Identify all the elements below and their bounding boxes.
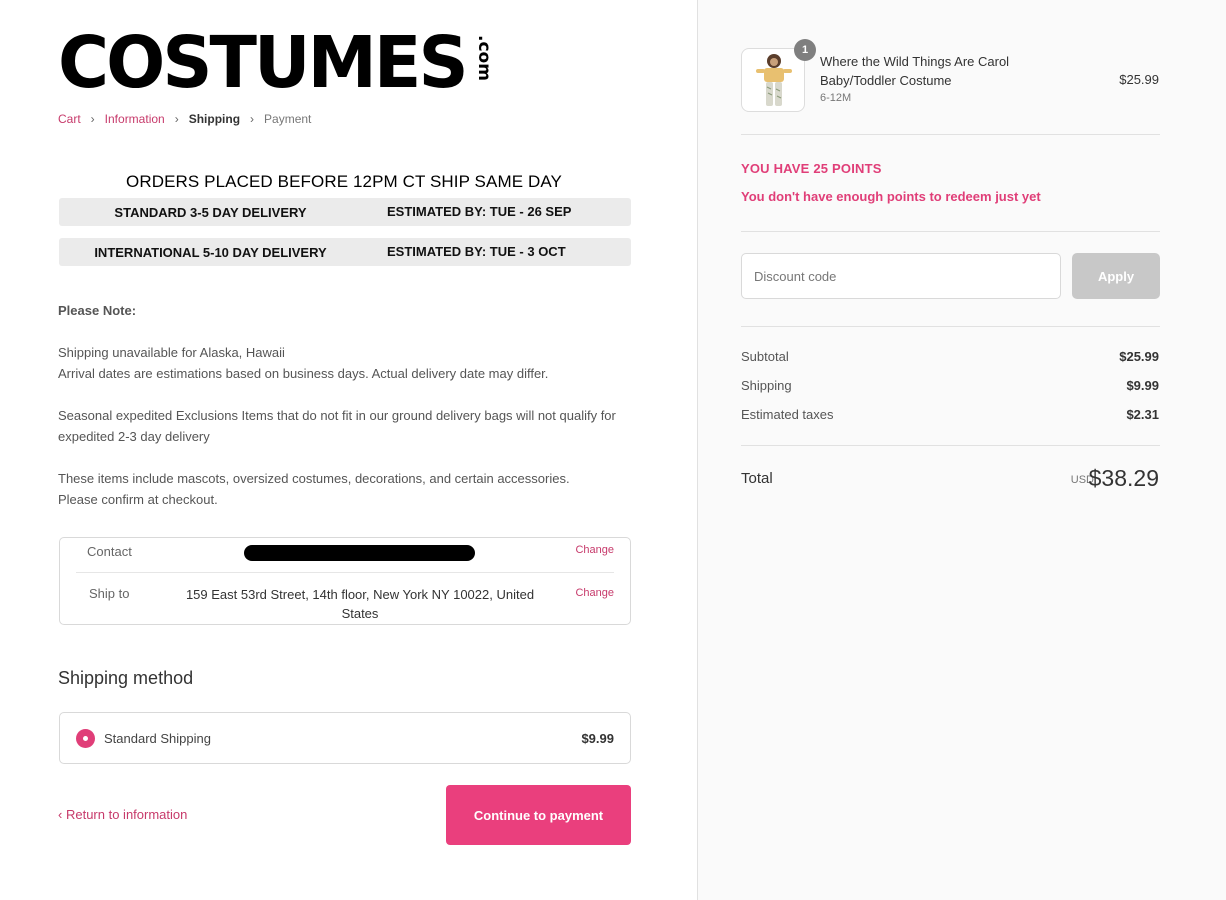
note-line: Please confirm at checkout.	[58, 492, 218, 507]
radio-selected-icon[interactable]	[76, 729, 95, 748]
note-line: Seasonal expedited Exclusions Items that…	[58, 408, 616, 444]
points-title: YOU HAVE 25 POINTS	[741, 161, 882, 176]
note-title: Please Note:	[58, 303, 137, 318]
total-label: Total	[741, 470, 773, 487]
points-message: You don't have enough points to redeem j…	[741, 189, 1041, 204]
shipto-label: Ship to	[89, 586, 130, 601]
product-name: Where the Wild Things Are Carol Baby/Tod…	[820, 54, 1010, 88]
product-price: $25.99	[1119, 72, 1159, 87]
subtotal-label: Subtotal	[741, 349, 789, 364]
logo-suffix: .com	[473, 35, 494, 81]
quantity-badge: 1	[794, 39, 816, 61]
shipping-option-name: Standard Shipping	[104, 731, 211, 746]
international-delivery-row: INTERNATIONAL 5-10 DAY DELIVERY ESTIMATE…	[59, 238, 631, 266]
costume-figure-icon	[756, 54, 792, 106]
taxes-label: Estimated taxes	[741, 407, 834, 422]
note-block: Seasonal expedited Exclusions Items that…	[58, 405, 628, 447]
subtotal-value: $25.99	[1119, 349, 1159, 364]
breadcrumb-payment: Payment	[264, 112, 312, 126]
breadcrumb: Cart › Information › Shipping › Payment	[58, 112, 311, 126]
chevron-right-icon: ›	[174, 112, 179, 126]
chevron-left-icon: ‹	[58, 807, 63, 822]
product-thumbnail: 1	[741, 39, 816, 112]
shipping-option-standard[interactable]: Standard Shipping $9.99	[59, 712, 631, 764]
change-shipto-link[interactable]: Change	[575, 587, 614, 599]
discount-code-input[interactable]	[741, 253, 1061, 299]
divider	[741, 326, 1160, 327]
apply-discount-button[interactable]: Apply	[1072, 253, 1160, 299]
contact-label: Contact	[87, 544, 132, 559]
return-to-information-link[interactable]: ‹ Return to information	[58, 807, 187, 822]
chevron-right-icon: ›	[90, 112, 95, 126]
total-value: $38.29	[1088, 465, 1159, 491]
shipping-method-title: Shipping method	[58, 668, 194, 688]
breadcrumb-cart[interactable]: Cart	[58, 112, 81, 126]
order-summary-sidebar: 1 Where the Wild Things Are Carol Baby/T…	[697, 0, 1226, 900]
chevron-right-icon: ›	[250, 112, 255, 126]
product-variant: 6-12M	[820, 92, 852, 104]
breadcrumb-information[interactable]: Information	[105, 112, 165, 126]
shipping-value: $9.99	[1126, 378, 1159, 393]
delivery-estimate: ESTIMATED BY: TUE - 26 SEP	[387, 204, 572, 219]
shipping-option-price: $9.99	[581, 731, 614, 746]
continue-to-payment-button[interactable]: Continue to payment	[446, 785, 631, 845]
divider	[741, 231, 1160, 232]
taxes-value: $2.31	[1126, 407, 1159, 422]
divider	[741, 134, 1160, 135]
delivery-label: STANDARD 3-5 DAY DELIVERY	[114, 205, 307, 220]
contact-value-redacted	[244, 545, 475, 561]
note-block: These items include mascots, oversized c…	[58, 468, 628, 510]
return-label: Return to information	[65, 807, 188, 822]
change-contact-link[interactable]: Change	[575, 544, 614, 556]
note-line: Shipping unavailable for Alaska, Hawaii	[58, 345, 285, 360]
shipping-label: Shipping	[741, 378, 792, 393]
standard-delivery-row: STANDARD 3-5 DAY DELIVERY ESTIMATED BY: …	[59, 198, 631, 226]
review-box: Contact Change Ship to 159 East 53rd Str…	[59, 537, 631, 625]
breadcrumb-shipping: Shipping	[188, 112, 241, 126]
shipping-banner-heading: ORDERS PLACED BEFORE 12PM CT SHIP SAME D…	[126, 172, 562, 191]
costumes-logo[interactable]: COSTUMES .com	[58, 21, 494, 104]
delivery-label: INTERNATIONAL 5-10 DAY DELIVERY	[94, 245, 327, 260]
delivery-estimate: ESTIMATED BY: TUE - 3 OCT	[387, 244, 566, 259]
logo-wordmark: COSTUMES	[58, 21, 469, 104]
note-block: Shipping unavailable for Alaska, Hawaii …	[58, 342, 628, 384]
checkout-main: COSTUMES .com Cart › Information › Shipp…	[0, 0, 697, 900]
shipto-address: 159 East 53rd Street, 14th floor, New Yo…	[185, 587, 535, 621]
divider	[76, 572, 614, 573]
divider	[741, 445, 1160, 446]
note-line: These items include mascots, oversized c…	[58, 471, 570, 486]
note-line: Arrival dates are estimations based on b…	[58, 366, 549, 381]
